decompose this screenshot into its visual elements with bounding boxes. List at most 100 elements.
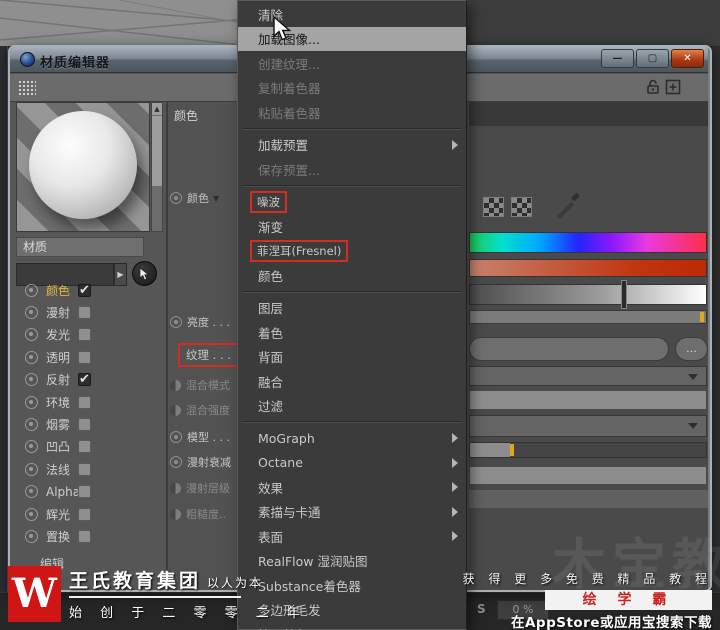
chevron-down-icon[interactable]: ▼ — [213, 194, 219, 203]
viewport-edge — [0, 46, 8, 630]
channel-checkbox[interactable] — [78, 395, 91, 409]
channel-checkbox[interactable] — [78, 306, 91, 320]
channel-row-luminance[interactable]: 发光 — [16, 324, 168, 346]
hue-gradient-bar[interactable] — [469, 232, 707, 253]
texture-annotation-box[interactable]: 纹理 . . . — [178, 343, 239, 367]
chevron-down-icon — [688, 423, 698, 429]
saturation-gradient-bar[interactable] — [469, 259, 707, 277]
channel-list: 颜色 ✔ 漫射 发光 透明 反射 ✔ 环境 烟雾 凹凸 法线 Alpha 辉光 … — [16, 279, 168, 548]
gradient-preview-bar[interactable] — [469, 390, 707, 410]
channel-checkbox[interactable] — [78, 529, 91, 543]
channel-checkbox[interactable] — [78, 418, 91, 432]
param-color[interactable]: 颜色 ▼ — [170, 188, 244, 208]
submenu-arrow-icon — [452, 457, 458, 468]
brand-logo: W — [8, 566, 61, 622]
promo-line1: 获 得 更 多 免 费 精 品 教 程 — [462, 572, 712, 586]
promo-overlay: 获 得 更 多 免 费 精 品 教 程 绘 学 霸 在AppStore或应用宝搜… — [460, 570, 712, 630]
close-button[interactable]: ✕ — [671, 49, 704, 68]
eyedropper-icon[interactable] — [553, 190, 583, 220]
channel-row-displacement[interactable]: 置换 — [16, 525, 168, 547]
channel-row-transparency[interactable]: 透明 — [16, 346, 168, 368]
color-editor-panel: … — [469, 102, 708, 590]
channel-row-glow[interactable]: 辉光 — [16, 503, 168, 525]
channel-row-reflectance[interactable]: 反射 ✔ — [16, 369, 168, 391]
menu-item-filter[interactable]: 过滤 — [238, 394, 466, 419]
browse-button[interactable]: … — [675, 337, 708, 361]
lock-icon[interactable] — [645, 79, 661, 95]
param-diffuse-falloff[interactable]: 漫射衰减 — [170, 452, 244, 472]
brand-overlay: W 王氏教育集团 以人为本 始 创 于 二 零 零 二 年 — [8, 566, 307, 622]
menu-item-octane[interactable]: Octane — [238, 451, 466, 476]
channel-row-normal[interactable]: 法线 — [16, 458, 168, 480]
material-name-label: 材质 — [16, 237, 144, 257]
color-swatch-icon[interactable] — [483, 197, 504, 217]
radio-icon — [25, 395, 38, 409]
channel-row-fog[interactable]: 烟雾 — [16, 413, 168, 435]
channel-row-bump[interactable]: 凹凸 — [16, 436, 168, 458]
dropdown-select[interactable] — [469, 415, 707, 437]
channel-checkbox[interactable] — [78, 440, 91, 454]
channel-row-color[interactable]: 颜色 ✔ — [16, 279, 168, 301]
mouse-cursor — [273, 16, 292, 41]
menu-item-copy-shader: 复制着色器 — [258, 81, 321, 97]
channel-checkbox[interactable] — [78, 507, 91, 521]
value-gradient-bar[interactable] — [469, 284, 707, 305]
preview-scrollbar[interactable]: ▲ — [151, 102, 163, 232]
window-right-border — [708, 47, 710, 590]
radio-icon — [25, 529, 38, 543]
noise-annotation-box[interactable]: 噪波 — [250, 190, 287, 213]
menu-item-load-preset[interactable]: 加载预置 — [238, 133, 466, 158]
param-model[interactable]: 模型 . . . — [170, 427, 244, 447]
channel-row-alpha[interactable]: Alpha — [16, 481, 168, 503]
dropdown-select[interactable] — [469, 366, 707, 386]
menu-item-fresnel[interactable]: 菲涅耳(Fresnel) — [238, 239, 466, 264]
scrollbar-thumb[interactable] — [152, 116, 162, 186]
channel-checkbox[interactable]: ✔ — [78, 373, 91, 387]
channel-checkbox[interactable]: ✔ — [78, 283, 91, 297]
strength-slider[interactable] — [469, 442, 707, 458]
channel-checkbox[interactable] — [78, 328, 91, 342]
menu-item-backface[interactable]: 背面 — [238, 345, 466, 370]
value-field[interactable] — [469, 337, 669, 361]
radio-icon — [25, 373, 38, 387]
minimize-button[interactable]: — — [601, 49, 634, 68]
menu-item-gradient[interactable]: 渐变 — [238, 214, 466, 239]
channel-checkbox[interactable] — [78, 350, 91, 364]
radio-icon — [170, 192, 182, 204]
grip-dots-icon[interactable] — [18, 80, 36, 96]
menu-item-layer[interactable]: 图层 — [238, 296, 466, 321]
menu-item-sketch-toon[interactable]: 素描与卡通 — [238, 500, 466, 525]
param-texture[interactable]: 纹理 . . . — [170, 339, 244, 371]
fresnel-annotation-box[interactable]: 菲涅耳(Fresnel) — [250, 239, 349, 262]
channel-row-environment[interactable]: 环境 — [16, 391, 168, 413]
menu-item-noise[interactable]: 噪波 — [238, 190, 466, 215]
submenu-arrow-icon — [452, 531, 458, 541]
submenu-arrow-icon — [452, 433, 458, 443]
menu-item-realflow-particle-shader[interactable]: 粒子着色器RealFlow Particle Shader — [238, 622, 474, 630]
menu-item-fusion[interactable]: 融合 — [238, 369, 466, 394]
menu-item-effects[interactable]: 效果 — [238, 475, 466, 500]
param-brightness[interactable]: 亮度 . . . — [170, 312, 244, 332]
radio-icon — [170, 431, 182, 443]
menu-item-create-texture: 创建纹理... — [258, 56, 320, 72]
channel-row-diffusion[interactable]: 漫射 — [16, 301, 168, 323]
material-preview[interactable] — [16, 102, 150, 232]
half-circle-icon — [170, 508, 181, 520]
add-panel-icon[interactable] — [665, 79, 681, 95]
scroll-up-icon[interactable]: ▲ — [152, 103, 162, 115]
submenu-arrow-icon — [452, 506, 458, 517]
channel-checkbox[interactable] — [78, 462, 91, 476]
preview-bar[interactable] — [469, 466, 707, 485]
level-slider[interactable] — [469, 310, 707, 324]
radio-icon — [25, 283, 38, 297]
menu-item-surfaces[interactable]: 表面 — [238, 524, 466, 549]
radio-icon — [170, 456, 182, 468]
menu-item-colorize[interactable]: 着色 — [238, 320, 466, 345]
chevron-down-icon — [688, 374, 698, 380]
maximize-button[interactable]: ▢ — [636, 49, 669, 68]
menu-item-color[interactable]: 颜色 — [238, 263, 466, 288]
value-slider-handle[interactable] — [621, 280, 627, 309]
color-swatch-icon[interactable] — [511, 197, 532, 217]
channel-checkbox[interactable] — [78, 485, 91, 499]
menu-item-mograph[interactable]: MoGraph — [238, 426, 466, 451]
